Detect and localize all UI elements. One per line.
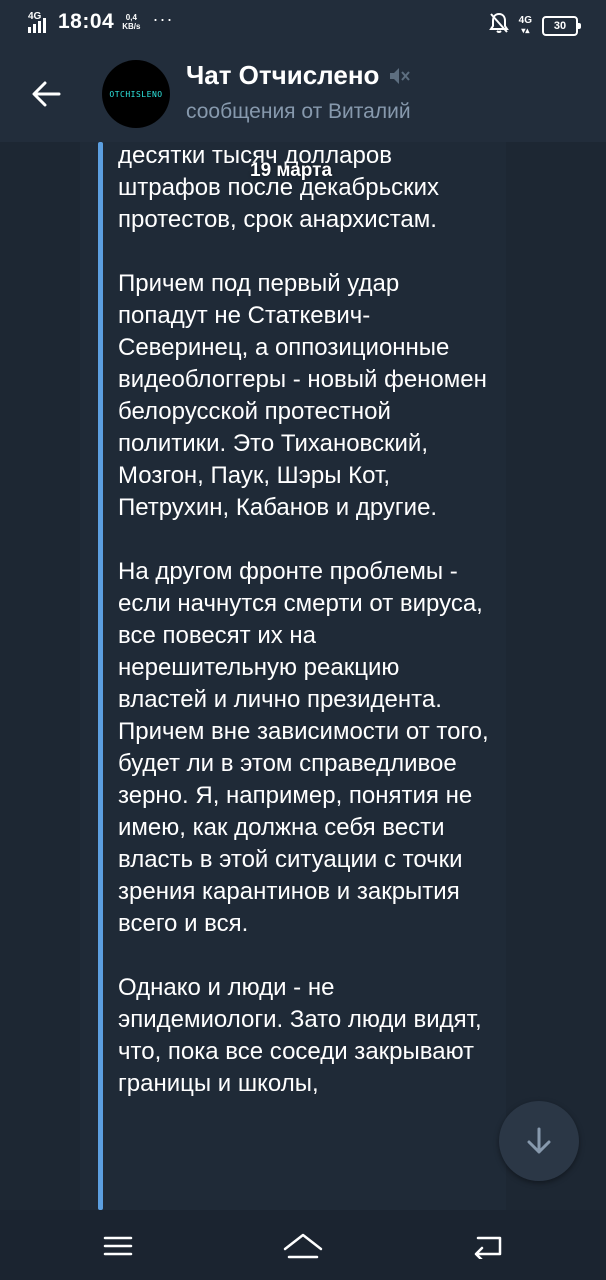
network-speed: 0,4 KB/s bbox=[122, 13, 140, 31]
network-type-right: 4G bbox=[518, 14, 532, 26]
scroll-down-button[interactable] bbox=[499, 1101, 579, 1181]
system-nav-bar bbox=[0, 1210, 606, 1280]
home-chevron-icon bbox=[283, 1233, 323, 1259]
clock: 18:04 bbox=[58, 10, 115, 33]
back-nav-button[interactable] bbox=[458, 1224, 518, 1268]
menu-button[interactable] bbox=[88, 1224, 148, 1268]
message-feed[interactable]: администрации президента, десятки тысяч … bbox=[0, 142, 606, 1210]
speed-value: 0,4 bbox=[125, 13, 137, 22]
chat-title: Чат Отчислено bbox=[186, 60, 380, 90]
message-paragraph: Причем под первый удар попадут не Статке… bbox=[118, 270, 487, 521]
home-button[interactable] bbox=[273, 1224, 333, 1268]
status-bar: 4G 18:04 0,4 KB/s ··· 4G ▾▴ 30 bbox=[0, 0, 606, 46]
arrow-down-icon bbox=[527, 1127, 551, 1154]
forward-quote-bar bbox=[98, 142, 103, 1210]
message-text: администрации президента, десятки тысяч … bbox=[118, 142, 490, 1132]
network-4g-icon: 4G ▾▴ bbox=[518, 14, 532, 35]
avatar-logo-text: OTCHISLENO bbox=[109, 89, 163, 99]
back-button[interactable] bbox=[18, 68, 74, 120]
chat-subtitle: сообщения от Виталий bbox=[186, 100, 411, 123]
muted-speaker-icon bbox=[387, 64, 411, 88]
arrow-left-icon bbox=[32, 81, 61, 107]
status-right: 4G ▾▴ 30 bbox=[488, 12, 581, 39]
chat-avatar[interactable]: OTCHISLENO bbox=[102, 60, 170, 128]
status-left: 4G 18:04 0,4 KB/s ··· bbox=[28, 8, 174, 34]
signal-icon: 4G bbox=[28, 11, 52, 33]
speed-unit: KB/s bbox=[122, 22, 141, 31]
chat-header: OTCHISLENO Чат Отчислено сообщения от Ви… bbox=[0, 46, 606, 142]
return-arrow-icon bbox=[474, 1236, 502, 1259]
hamburger-menu-icon bbox=[103, 1236, 133, 1256]
message-paragraph: Однако и люди - не эпидемиологи. Зато лю… bbox=[118, 974, 482, 1097]
date-label: 19 марта bbox=[250, 160, 333, 181]
notifications-off-icon bbox=[488, 12, 509, 39]
battery-icon: 30 bbox=[542, 15, 581, 36]
chat-title-container[interactable]: Чат Отчислено bbox=[186, 60, 411, 91]
message-paragraph: администрации президента, десятки тысяч … bbox=[118, 142, 440, 233]
more-notifications-icon: ··· bbox=[152, 8, 174, 29]
message-paragraph: На другом фронте проблемы - если начнутс… bbox=[118, 558, 489, 937]
